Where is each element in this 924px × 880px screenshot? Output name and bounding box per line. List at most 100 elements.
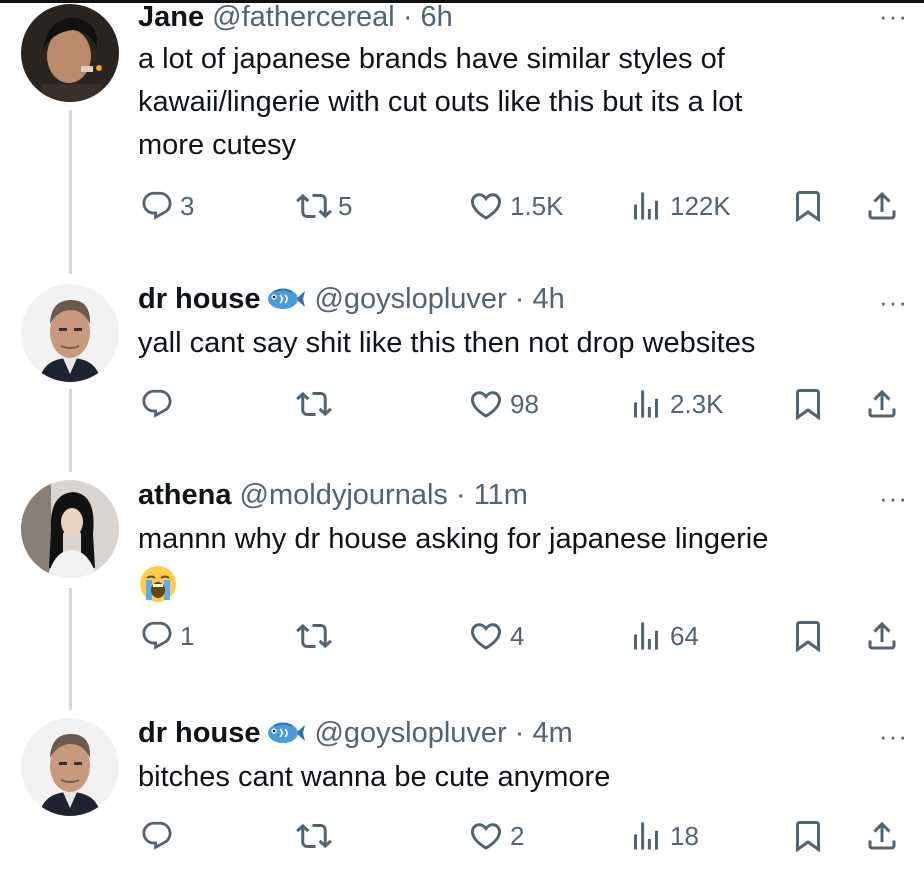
action-bar: 2 18 [0,814,924,858]
avatar[interactable] [21,284,119,382]
separator: · [506,283,533,315]
views-button[interactable]: 64 [628,614,699,658]
timestamp[interactable]: 6h [421,1,453,33]
tweet-header: dr house @goyslopluver · 4h [138,282,565,316]
more-icon[interactable]: ··· [879,3,908,29]
tweet-text: mannn why dr house asking for japanese l… [138,518,898,561]
repost-icon [296,386,332,422]
more-icon[interactable]: ··· [879,723,908,749]
reply-button[interactable] [140,382,180,426]
action-bar: 98 2.3K [0,382,924,426]
text-line: kawaii/lingerie with cut outs like this … [138,86,743,118]
text-line: more cutesy [138,129,296,161]
share-button[interactable] [864,382,900,426]
bookmark-button[interactable] [790,184,826,228]
views-button[interactable]: 2.3K [628,382,724,426]
repost-button[interactable] [296,614,338,658]
more-icon[interactable]: ··· [879,485,908,511]
tweet-text: yall cant say shit like this then not dr… [138,322,898,365]
repost-icon [296,618,332,654]
bookmark-icon [790,618,826,654]
reply-icon [140,619,174,653]
like-count: 1.5K [510,190,564,221]
fish-emoji [266,720,306,746]
user-handle[interactable]: @moldyjournals [240,479,448,511]
bookmark-icon [790,188,826,224]
views-count: 122K [670,190,731,221]
display-name[interactable]: Jane [138,1,204,33]
avatar[interactable] [21,718,119,816]
tweet-text: bitches cant wanna be cute anymore [138,756,898,799]
share-icon [864,386,900,422]
avatar[interactable] [21,4,119,102]
tweet-text: a lot of japanese brands have similar st… [138,38,898,167]
repost-button[interactable] [296,382,338,426]
reply-button[interactable]: 1 [140,614,194,658]
timestamp[interactable]: 11m [474,479,528,511]
reply-icon [140,819,174,853]
like-icon [468,386,504,422]
bookmark-icon [790,818,826,854]
repost-count: 5 [338,190,353,221]
views-button[interactable]: 18 [628,814,699,858]
timestamp[interactable]: 4h [533,283,565,315]
views-button[interactable]: 122K [628,184,731,228]
user-handle[interactable]: @goyslopluver [314,283,506,315]
like-button[interactable]: 98 [468,382,539,426]
views-icon [628,618,664,654]
text-line: mannn why dr house asking for japanese l… [138,523,769,555]
reply-button[interactable] [140,814,180,858]
display-name[interactable]: dr house [138,283,260,315]
like-count: 98 [510,388,539,419]
separator: · [506,717,533,749]
share-button[interactable] [864,184,900,228]
tweet-header: Jane @fathercereal · 6h [138,0,453,34]
bookmark-button[interactable] [790,382,826,426]
reply-count: 3 [180,190,195,221]
text-line: a lot of japanese brands have similar st… [138,43,725,75]
avatar[interactable] [21,480,119,578]
like-button[interactable]: 4 [468,614,524,658]
views-count: 18 [670,820,699,851]
display-name[interactable]: dr house [138,717,260,749]
repost-icon [296,818,332,854]
share-icon [864,618,900,654]
views-count: 2.3K [670,388,724,419]
bookmark-button[interactable] [790,614,826,658]
text-line: yall cant say shit like this then not dr… [138,327,756,359]
separator: · [447,479,474,511]
loudly-crying-face-emoji [140,566,176,602]
bookmark-button[interactable] [790,814,826,858]
more-icon[interactable]: ··· [879,289,908,315]
repost-button[interactable]: 5 [296,184,352,228]
repost-button[interactable] [296,814,338,858]
like-icon [468,618,504,654]
share-button[interactable] [864,614,900,658]
share-button[interactable] [864,814,900,858]
share-icon [864,188,900,224]
views-count: 64 [670,620,699,651]
text-line: bitches cant wanna be cute anymore [138,761,611,793]
display-name[interactable]: athena [138,479,231,511]
user-handle[interactable]: @fathercereal [212,1,395,33]
views-icon [628,386,664,422]
like-button[interactable]: 2 [468,814,524,858]
action-bar: 1 4 64 [0,614,924,658]
reply-icon [140,387,174,421]
reply-icon [140,189,174,223]
tweet-header: athena @moldyjournals · 11m [138,478,528,512]
like-icon [468,818,504,854]
tweet-header: dr house @goyslopluver · 4m [138,716,573,750]
like-button[interactable]: 1.5K [468,184,564,228]
timestamp[interactable]: 4m [533,717,573,749]
reply-count: 1 [180,620,195,651]
separator: · [394,1,421,33]
share-icon [864,818,900,854]
views-icon [628,188,664,224]
action-bar: 3 5 1.5K 122K [0,184,924,228]
user-handle[interactable]: @goyslopluver [314,717,506,749]
reply-button[interactable]: 3 [140,184,194,228]
bookmark-icon [790,386,826,422]
views-icon [628,818,664,854]
fish-emoji [266,286,306,312]
